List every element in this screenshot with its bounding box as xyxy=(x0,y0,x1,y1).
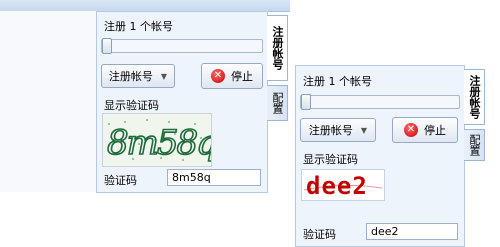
captcha-text: 8m58q xyxy=(107,123,211,163)
register-button[interactable]: 注册帐号 ▼ xyxy=(300,118,376,142)
tab-register[interactable]: 注册帐号 xyxy=(464,69,485,125)
chevron-down-icon: ▼ xyxy=(160,71,168,81)
captcha-image: 8m58q xyxy=(102,113,220,167)
stop-button-label: 停止 xyxy=(231,70,253,83)
register-panel: 注册 1 个帐号 注册帐号 ▼ ✕ 停止 显示验证码 8m58q 验证码 8m5… xyxy=(96,11,268,193)
captcha-image: dee2 xyxy=(301,169,385,201)
stop-button[interactable]: ✕ 停止 xyxy=(392,117,458,143)
register-button-label: 注册帐号 xyxy=(108,70,153,83)
side-tabs: 注册帐号 配置 xyxy=(267,11,289,192)
tab-config[interactable]: 配置 xyxy=(267,85,288,121)
register-button-label: 注册帐号 xyxy=(308,124,353,137)
verify-code-label: 验证码 xyxy=(303,228,336,241)
register-panel: 注册 1 个帐号 注册帐号 ▼ ✕ 停止 显示验证码 dee2 验证码 dee2 xyxy=(295,65,465,247)
tab-register[interactable]: 注册帐号 xyxy=(267,15,288,81)
stop-x-icon: ✕ xyxy=(211,69,225,83)
slider-thumb[interactable] xyxy=(102,38,112,54)
count-slider[interactable] xyxy=(300,94,460,110)
app-window-2: 注册 1 个帐号 注册帐号 ▼ ✕ 停止 显示验证码 dee2 验证码 dee2… xyxy=(295,65,500,247)
verify-code-label: 验证码 xyxy=(104,174,137,187)
tab-config[interactable]: 配置 xyxy=(464,129,485,161)
side-tabs: 注册帐号 配置 xyxy=(464,65,486,246)
register-button[interactable]: 注册帐号 ▼ xyxy=(101,64,175,88)
verify-code-input[interactable]: 8m58q xyxy=(167,169,261,186)
count-slider[interactable] xyxy=(101,38,263,54)
left-area xyxy=(0,11,97,192)
app-window-1: 注册 1 个帐号 注册帐号 ▼ ✕ 停止 显示验证码 8m58q 验证码 8m5… xyxy=(0,0,290,193)
slider-thumb[interactable] xyxy=(301,94,311,110)
stop-button-label: 停止 xyxy=(424,124,446,137)
chevron-down-icon: ▼ xyxy=(360,125,368,135)
captcha-label: 显示验证码 xyxy=(303,153,358,166)
stop-button[interactable]: ✕ 停止 xyxy=(201,63,263,89)
captcha-label: 显示验证码 xyxy=(104,99,159,112)
register-count-label: 注册 1 个帐号 xyxy=(303,75,372,88)
stop-x-icon: ✕ xyxy=(404,123,418,137)
register-count-label: 注册 1 个帐号 xyxy=(104,20,173,33)
verify-code-input[interactable]: dee2 xyxy=(366,223,458,240)
